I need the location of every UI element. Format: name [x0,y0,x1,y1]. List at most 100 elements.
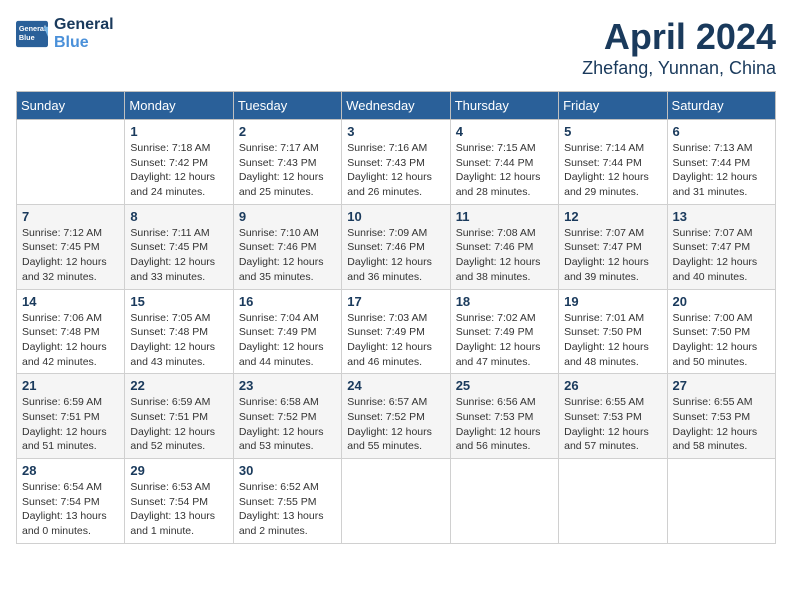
calendar-cell: 20 Sunrise: 7:00 AM Sunset: 7:50 PM Dayli… [667,289,775,374]
calendar-cell: 9Sunrise: 7:10 AM Sunset: 7:46 PM Daylig… [233,204,341,289]
calendar-cell [342,459,450,544]
day-info: Sunrise: 6:55 AM Sunset: 7:53 PM Dayligh… [673,395,770,454]
calendar-cell: 3 Sunrise: 7:16 AM Sunset: 7:43 PM Daylig… [342,120,450,205]
calendar-cell: 1 Sunrise: 7:18 AM Sunset: 7:42 PM Daylig… [125,120,233,205]
location-subtitle: Zhefang, Yunnan, China [582,58,776,79]
calendar-cell: 27 Sunrise: 6:55 AM Sunset: 7:53 PM Dayli… [667,374,775,459]
calendar-week-row: 21 Sunrise: 6:59 AM Sunset: 7:51 PM Dayli… [17,374,776,459]
calendar-cell: 16 Sunrise: 7:04 AM Sunset: 7:49 PM Dayli… [233,289,341,374]
title-block: April 2024 Zhefang, Yunnan, China [582,16,776,79]
day-number: 14 [22,294,119,309]
logo-line1: General [54,16,114,34]
svg-text:Blue: Blue [19,33,35,42]
calendar-cell [450,459,558,544]
day-info: Sunrise: 6:53 AM Sunset: 7:54 PM Dayligh… [130,480,227,539]
calendar-cell: 11Sunrise: 7:08 AM Sunset: 7:46 PM Dayli… [450,204,558,289]
day-info: Sunrise: 7:07 AM Sunset: 7:47 PM Dayligh… [564,226,661,285]
calendar-cell: 18 Sunrise: 7:02 AM Sunset: 7:49 PM Dayli… [450,289,558,374]
calendar-header-row: SundayMondayTuesdayWednesdayThursdayFrid… [17,92,776,120]
day-info: Sunrise: 7:03 AM Sunset: 7:49 PM Dayligh… [347,311,444,370]
day-number: 20 [673,294,770,309]
calendar-cell: 21 Sunrise: 6:59 AM Sunset: 7:51 PM Dayli… [17,374,125,459]
day-info: Sunrise: 7:17 AM Sunset: 7:43 PM Dayligh… [239,141,336,200]
day-number: 18 [456,294,553,309]
weekday-header-saturday: Saturday [667,92,775,120]
day-number: 22 [130,378,227,393]
month-year-title: April 2024 [582,16,776,58]
day-info: Sunrise: 6:57 AM Sunset: 7:52 PM Dayligh… [347,395,444,454]
calendar-cell: 22 Sunrise: 6:59 AM Sunset: 7:51 PM Dayli… [125,374,233,459]
day-number: 1 [130,124,227,139]
day-number: 13 [673,209,770,224]
calendar-cell: 24 Sunrise: 6:57 AM Sunset: 7:52 PM Dayli… [342,374,450,459]
day-info: Sunrise: 7:05 AM Sunset: 7:48 PM Dayligh… [130,311,227,370]
day-info: Sunrise: 6:54 AM Sunset: 7:54 PM Dayligh… [22,480,119,539]
day-info: Sunrise: 7:08 AM Sunset: 7:46 PM Dayligh… [456,226,553,285]
day-number: 24 [347,378,444,393]
day-info: Sunrise: 7:18 AM Sunset: 7:42 PM Dayligh… [130,141,227,200]
calendar-cell [559,459,667,544]
day-number: 10 [347,209,444,224]
day-number: 23 [239,378,336,393]
day-info: Sunrise: 7:14 AM Sunset: 7:44 PM Dayligh… [564,141,661,200]
day-number: 21 [22,378,119,393]
day-info: Sunrise: 6:55 AM Sunset: 7:53 PM Dayligh… [564,395,661,454]
day-info: Sunrise: 7:02 AM Sunset: 7:49 PM Dayligh… [456,311,553,370]
calendar-cell: 14 Sunrise: 7:06 AM Sunset: 7:48 PM Dayli… [17,289,125,374]
calendar-cell [17,120,125,205]
day-info: Sunrise: 7:11 AM Sunset: 7:45 PM Dayligh… [130,226,227,285]
day-number: 15 [130,294,227,309]
calendar-week-row: 14 Sunrise: 7:06 AM Sunset: 7:48 PM Dayli… [17,289,776,374]
day-info: Sunrise: 6:59 AM Sunset: 7:51 PM Dayligh… [22,395,119,454]
calendar-cell: 23 Sunrise: 6:58 AM Sunset: 7:52 PM Dayli… [233,374,341,459]
day-info: Sunrise: 7:16 AM Sunset: 7:43 PM Dayligh… [347,141,444,200]
calendar-cell: 10Sunrise: 7:09 AM Sunset: 7:46 PM Dayli… [342,204,450,289]
day-info: Sunrise: 6:58 AM Sunset: 7:52 PM Dayligh… [239,395,336,454]
calendar-cell: 5 Sunrise: 7:14 AM Sunset: 7:44 PM Daylig… [559,120,667,205]
calendar-cell: 12Sunrise: 7:07 AM Sunset: 7:47 PM Dayli… [559,204,667,289]
day-info: Sunrise: 6:59 AM Sunset: 7:51 PM Dayligh… [130,395,227,454]
day-number: 5 [564,124,661,139]
calendar-week-row: 7Sunrise: 7:12 AM Sunset: 7:45 PM Daylig… [17,204,776,289]
calendar-cell: 8Sunrise: 7:11 AM Sunset: 7:45 PM Daylig… [125,204,233,289]
page-header: General Blue General Blue April 2024 Zhe… [16,16,776,79]
day-number: 25 [456,378,553,393]
calendar-week-row: 1 Sunrise: 7:18 AM Sunset: 7:42 PM Daylig… [17,120,776,205]
weekday-header-tuesday: Tuesday [233,92,341,120]
day-number: 16 [239,294,336,309]
day-info: Sunrise: 7:13 AM Sunset: 7:44 PM Dayligh… [673,141,770,200]
logo-icon: General Blue [16,20,48,48]
calendar-cell: 25Sunrise: 6:56 AM Sunset: 7:53 PM Dayli… [450,374,558,459]
day-number: 4 [456,124,553,139]
day-number: 26 [564,378,661,393]
calendar-cell: 13Sunrise: 7:07 AM Sunset: 7:47 PM Dayli… [667,204,775,289]
day-number: 3 [347,124,444,139]
day-number: 27 [673,378,770,393]
day-number: 30 [239,463,336,478]
day-number: 28 [22,463,119,478]
day-info: Sunrise: 7:10 AM Sunset: 7:46 PM Dayligh… [239,226,336,285]
weekday-header-sunday: Sunday [17,92,125,120]
weekday-header-monday: Monday [125,92,233,120]
day-info: Sunrise: 7:15 AM Sunset: 7:44 PM Dayligh… [456,141,553,200]
calendar-cell: 19Sunrise: 7:01 AM Sunset: 7:50 PM Dayli… [559,289,667,374]
calendar-cell: 30 Sunrise: 6:52 AM Sunset: 7:55 PM Dayli… [233,459,341,544]
day-info: Sunrise: 7:00 AM Sunset: 7:50 PM Dayligh… [673,311,770,370]
day-number: 29 [130,463,227,478]
calendar-cell: 2Sunrise: 7:17 AM Sunset: 7:43 PM Daylig… [233,120,341,205]
weekday-header-friday: Friday [559,92,667,120]
calendar-cell: 28 Sunrise: 6:54 AM Sunset: 7:54 PM Dayli… [17,459,125,544]
day-number: 19 [564,294,661,309]
calendar-cell: 17Sunrise: 7:03 AM Sunset: 7:49 PM Dayli… [342,289,450,374]
calendar-cell: 26 Sunrise: 6:55 AM Sunset: 7:53 PM Dayli… [559,374,667,459]
day-info: Sunrise: 7:04 AM Sunset: 7:49 PM Dayligh… [239,311,336,370]
svg-text:General: General [19,24,46,33]
calendar-cell: 4 Sunrise: 7:15 AM Sunset: 7:44 PM Daylig… [450,120,558,205]
calendar-table: SundayMondayTuesdayWednesdayThursdayFrid… [16,91,776,544]
calendar-cell: 6Sunrise: 7:13 AM Sunset: 7:44 PM Daylig… [667,120,775,205]
day-info: Sunrise: 7:12 AM Sunset: 7:45 PM Dayligh… [22,226,119,285]
day-info: Sunrise: 7:06 AM Sunset: 7:48 PM Dayligh… [22,311,119,370]
logo: General Blue General Blue [16,16,114,52]
day-info: Sunrise: 6:52 AM Sunset: 7:55 PM Dayligh… [239,480,336,539]
calendar-cell: 29 Sunrise: 6:53 AM Sunset: 7:54 PM Dayli… [125,459,233,544]
